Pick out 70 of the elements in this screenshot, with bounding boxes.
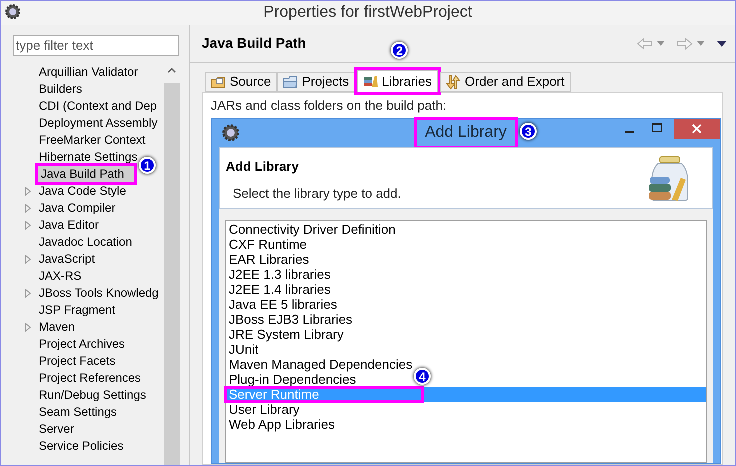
tree-item[interactable]: Builders <box>38 80 84 96</box>
callout-badge: 3 <box>520 123 537 140</box>
list-item[interactable]: CXF Runtime <box>226 237 310 252</box>
tree-item[interactable]: Java Editor <box>38 216 100 232</box>
dropdown-icon[interactable] <box>657 41 665 46</box>
tree-item[interactable]: Project References <box>38 370 142 386</box>
list-item[interactable]: JUnit <box>226 342 262 357</box>
dialog-message: Select the library type to add. <box>233 184 402 203</box>
tree-item[interactable]: Project Facets <box>38 352 117 368</box>
folder-package-icon <box>211 74 226 90</box>
dialog-heading: Add Library <box>226 158 300 176</box>
expand-icon[interactable] <box>25 255 31 264</box>
maximize-icon[interactable] <box>652 123 662 132</box>
gear-icon <box>5 4 21 20</box>
expand-icon[interactable] <box>25 289 31 298</box>
callout-badge: 2 <box>391 42 408 59</box>
tree-item[interactable]: FreeMarker Context <box>38 132 147 148</box>
dropdown-icon[interactable] <box>697 41 705 46</box>
callout-badge: 1 <box>139 157 156 174</box>
close-button[interactable] <box>674 119 720 139</box>
tree-item[interactable]: JBoss Tools Knowledg <box>38 284 160 300</box>
list-item[interactable]: Connectivity Driver Definition <box>226 222 399 237</box>
tree-item[interactable]: Javadoc Location <box>38 234 134 250</box>
gear-icon <box>222 124 240 142</box>
expand-icon[interactable] <box>25 323 31 332</box>
dialog-title: Add Library <box>417 120 515 146</box>
callout-badge: 4 <box>414 368 431 385</box>
menu-icon[interactable] <box>717 40 727 46</box>
tab[interactable]: Order and Export <box>440 72 571 92</box>
tree-item[interactable]: Arquillian Validator <box>38 64 140 80</box>
tree-item[interactable]: Service Policies <box>38 438 125 454</box>
tree-item[interactable]: CDI (Context and Dep <box>38 98 158 114</box>
list-item[interactable]: User Library <box>226 402 303 417</box>
tree-item[interactable]: Java Code Style <box>38 182 128 198</box>
tree-item[interactable]: Java Compiler <box>38 200 117 216</box>
close-icon[interactable] <box>692 124 702 134</box>
filter-field[interactable]: type filter text <box>13 35 179 56</box>
tree-item[interactable]: Java Build Path <box>38 166 134 182</box>
tree-item[interactable]: Server <box>38 420 76 436</box>
tree-item[interactable]: JAX-RS <box>38 268 83 284</box>
tree-item[interactable]: Deployment Assembly <box>38 114 159 130</box>
folder-icon <box>283 74 298 90</box>
list-item[interactable]: EAR Libraries <box>226 252 312 267</box>
tab[interactable]: Source <box>205 72 278 92</box>
window-title: Properties for firstWebProject <box>264 3 472 23</box>
forward-arrow-icon[interactable] <box>677 38 693 50</box>
tab[interactable]: Libraries <box>357 70 438 92</box>
tree-item[interactable]: JavaScript <box>38 250 96 266</box>
list-item[interactable]: Web App Libraries <box>226 417 338 432</box>
list-item[interactable]: J2EE 1.3 libraries <box>226 267 334 282</box>
tree-item[interactable]: Run/Debug Settings <box>38 386 148 402</box>
tree-item[interactable]: Seam Settings <box>38 404 118 420</box>
tree-item[interactable]: JSP Fragment <box>38 302 116 318</box>
tree-item[interactable]: Maven <box>38 318 76 334</box>
tab[interactable]: Projects <box>277 72 356 92</box>
list-item[interactable]: Maven Managed Dependencies <box>226 357 416 372</box>
page-title: Java Build Path <box>202 34 306 53</box>
list-item[interactable]: JRE System Library <box>226 327 347 342</box>
scroll-up-icon[interactable] <box>168 68 176 73</box>
jar-icon <box>648 156 690 202</box>
tree-item[interactable]: Hibernate Settings <box>38 148 139 164</box>
back-arrow-icon[interactable] <box>637 38 653 50</box>
panel-description: JARs and class folders on the build path: <box>211 97 448 115</box>
list-item[interactable]: J2EE 1.4 libraries <box>226 282 334 297</box>
arrows-icon <box>446 74 462 90</box>
list-item[interactable]: Java EE 5 libraries <box>226 297 340 312</box>
list-item[interactable]: Plug-in Dependencies <box>226 372 360 387</box>
tree-item[interactable]: Project Archives <box>38 336 126 352</box>
books-icon <box>363 74 378 89</box>
list-item[interactable]: JBoss EJB3 Libraries <box>226 312 356 327</box>
